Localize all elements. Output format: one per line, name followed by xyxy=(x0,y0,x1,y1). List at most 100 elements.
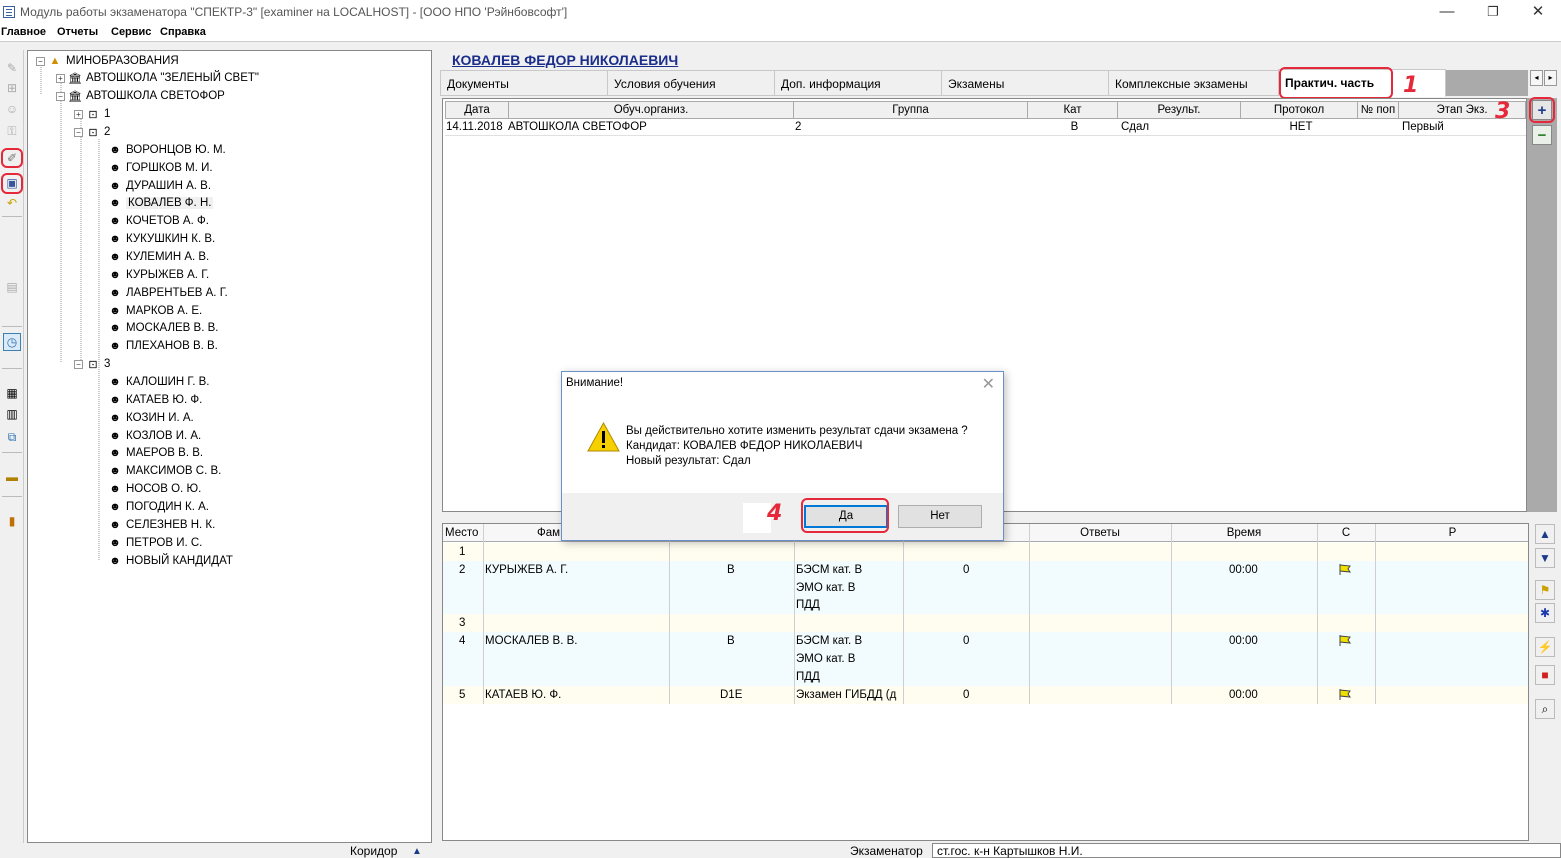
monitor-icon[interactable]: ▦ xyxy=(3,384,21,402)
tree-person[interactable]: ☻ СЕЛЕЗНЕВ Н. К. xyxy=(108,517,215,533)
book-icon[interactable]: ▥ xyxy=(3,405,21,423)
tab-training-conditions[interactable]: Условия обучения xyxy=(607,70,775,96)
tree-person[interactable]: ☻ МАРКОВ А. Е. xyxy=(108,303,202,319)
close-icon[interactable]: ✕ xyxy=(1515,1,1561,23)
col-header-organization[interactable]: Обуч.организ. xyxy=(508,101,794,119)
table-row[interactable]: ПДД xyxy=(443,668,1528,686)
tree-person[interactable]: ☻ МОСКАЛЕВ В. В. xyxy=(108,320,218,336)
pencil-icon[interactable]: ✎ xyxy=(3,59,21,77)
cell-result[interactable]: Сдал xyxy=(1121,119,1241,135)
minimize-icon[interactable]: — xyxy=(1424,1,1470,23)
tree-person[interactable]: ☻ НОВЫЙ КАНДИДАТ xyxy=(108,553,233,569)
table-row[interactable]: ПДД xyxy=(443,596,1528,614)
col-header-attempt[interactable]: № поп xyxy=(1357,101,1399,119)
key-icon[interactable]: ⚿ xyxy=(3,122,21,140)
collapse-icon[interactable]: − xyxy=(74,127,83,137)
tree-person[interactable]: ☻ ДУРАШИН А. В. xyxy=(108,178,211,194)
collapse-icon[interactable]: − xyxy=(74,359,83,369)
stopwatch-icon[interactable]: ◷ xyxy=(3,333,21,351)
exit-door-icon[interactable]: ▮ xyxy=(3,512,21,530)
tree-person[interactable]: ☻ ЛАВРЕНТЬЕВ А. Г. xyxy=(108,285,228,301)
move-down-icon[interactable]: ▼ xyxy=(1535,548,1555,568)
col-header-category[interactable]: Кат xyxy=(1027,101,1118,119)
tree-school-green-light[interactable]: + 🏛 АВТОШКОЛА "ЗЕЛЕНЫЙ СВЕТ" xyxy=(56,70,259,86)
tree-icon[interactable]: ⊞ xyxy=(3,79,21,97)
tree-person[interactable]: ☻ КУРЫЖЕВ А. Г. xyxy=(108,267,209,283)
corridor-toggle-icon[interactable]: ▲ xyxy=(412,846,422,857)
undo-icon[interactable]: ↶ xyxy=(3,194,21,212)
tree-person[interactable]: ☻ ПОГОДИН К. А. xyxy=(108,499,209,515)
table-row[interactable]: ЭМО кат. В xyxy=(443,650,1528,668)
tree-person[interactable]: ☻ КОЗИН И. А. xyxy=(108,410,194,426)
tab-documents[interactable]: Документы xyxy=(440,70,608,96)
col-header-group[interactable]: Группа xyxy=(793,101,1028,119)
flag-icon[interactable]: ⚑ xyxy=(1535,580,1555,600)
tree-person[interactable]: ☻ ГОРШКОВ М. И. xyxy=(108,160,212,176)
yellow-flag-icon[interactable] xyxy=(1339,635,1351,646)
tree-person[interactable]: ☻ КОЧЕТОВ А. Ф. xyxy=(108,213,209,229)
tree-person[interactable]: ☻ КОЗЛОВ И. А. xyxy=(108,428,201,444)
table-row[interactable]: 14.11.2018 АВТОШКОЛА СВЕТОФОР 2 B Сдал Н… xyxy=(445,119,1526,136)
zoom-icon[interactable]: ⌕ xyxy=(1535,699,1555,719)
lightning-icon[interactable]: ⚡ xyxy=(1535,637,1555,657)
tree-group-1[interactable]: + ⊡ 1 xyxy=(74,106,110,122)
grid-icon[interactable]: ▤ xyxy=(3,278,21,296)
tree-root[interactable]: − ▲ МИНОБРАЗОВАНИЯ xyxy=(36,53,179,69)
restore-icon[interactable]: ❐ xyxy=(1470,1,1516,23)
tab-additional-info[interactable]: Доп. информация xyxy=(774,70,942,96)
col-header-c[interactable]: С xyxy=(1318,524,1374,542)
puzzle-icon[interactable]: ✱ xyxy=(1535,603,1555,623)
tree-person-selected[interactable]: ☻ КОВАЛЕВ Ф. Н. xyxy=(108,195,214,211)
tree-school-svetofor[interactable]: − 🏛 АВТОШКОЛА СВЕТОФОР xyxy=(56,88,225,104)
collapse-icon[interactable]: − xyxy=(56,91,65,101)
user-icon[interactable]: ☺ xyxy=(3,100,21,118)
col-header-answers[interactable]: Ответы xyxy=(1030,524,1170,542)
yellow-flag-icon[interactable] xyxy=(1339,564,1351,575)
col-header-place[interactable]: Место xyxy=(445,524,485,542)
close-icon[interactable]: ✕ xyxy=(982,374,995,394)
tree-person[interactable]: ☻ МАЕРОВ В. В. xyxy=(108,445,203,461)
col-header-date[interactable]: Дата xyxy=(445,101,509,119)
col-header-result[interactable]: Результ. xyxy=(1117,101,1241,119)
tree-person[interactable]: ☻ ПЕТРОВ И. С. xyxy=(108,535,202,551)
col-header-p[interactable]: Р xyxy=(1375,524,1530,542)
tab-scroll-right-icon[interactable]: ▸ xyxy=(1544,70,1557,86)
tree-person[interactable]: ☻ ВОРОНЦОВ Ю. М. xyxy=(108,142,226,158)
collapse-icon[interactable]: − xyxy=(36,56,45,66)
table-row[interactable]: 2 КУРЫЖЕВ А. Г. B БЭСМ кат. В 0 00:00 xyxy=(443,561,1528,579)
examiner-field[interactable]: ст.гос. к-н Картышков Н.И. xyxy=(932,843,1561,858)
table-row[interactable]: ЭМО кат. В xyxy=(443,579,1528,597)
bus-icon[interactable]: ▬ xyxy=(3,468,21,486)
candidate-name-link[interactable]: КОВАЛЕВ ФЕДОР НИКОЛАЕВИЧ xyxy=(452,52,678,68)
no-button[interactable]: Нет xyxy=(898,505,982,528)
expand-icon[interactable]: + xyxy=(56,73,65,83)
move-up-icon[interactable]: ▲ xyxy=(1535,524,1555,544)
tree-person[interactable]: ☻ МАКСИМОВ С. В. xyxy=(108,463,221,479)
remove-row-button[interactable]: − xyxy=(1532,125,1552,145)
table-row[interactable]: 5 КАТАЕВ Ю. Ф. D1E Экзамен ГИБДД (д 0 00… xyxy=(443,686,1528,704)
tree-person[interactable]: ☻ ПЛЕХАНОВ В. В. xyxy=(108,338,218,354)
table-row[interactable]: 1 xyxy=(443,543,1528,561)
menu-service[interactable]: Сервис xyxy=(111,26,151,38)
col-header-protocol[interactable]: Протокол xyxy=(1240,101,1358,119)
tree-person[interactable]: ☻ КАЛОШИН Г. В. xyxy=(108,374,209,390)
table-row[interactable]: 4 МОСКАЛЕВ В. В. B БЭСМ кат. В 0 00:00 xyxy=(443,632,1528,650)
stop-icon[interactable]: ■ xyxy=(1535,665,1555,685)
menu-main[interactable]: Главное xyxy=(1,26,46,38)
tab-exams[interactable]: Экзамены xyxy=(941,70,1109,96)
table-row[interactable]: 3 xyxy=(443,614,1528,632)
expand-icon[interactable]: + xyxy=(74,109,83,119)
tab-scroll-left-icon[interactable]: ◂ xyxy=(1530,70,1543,86)
tree-person[interactable]: ☻ НОСОВ О. Ю. xyxy=(108,481,201,497)
tree-person[interactable]: ☻ КУКУШКИН К. В. xyxy=(108,231,215,247)
col-header-time[interactable]: Время xyxy=(1171,524,1317,542)
tree-group-2[interactable]: − ⊡ 2 xyxy=(74,124,110,140)
tree-person[interactable]: ☻ КАТАЕВ Ю. Ф. xyxy=(108,392,202,408)
windows-icon[interactable]: ⧉ xyxy=(3,428,21,446)
menu-reports[interactable]: Отчеты xyxy=(57,26,98,38)
menu-help[interactable]: Справка xyxy=(160,26,206,38)
yellow-flag-icon[interactable] xyxy=(1339,689,1351,700)
tree-group-3[interactable]: − ⊡ 3 xyxy=(74,356,110,372)
tab-complex-exams[interactable]: Комплексные экзамены xyxy=(1108,70,1279,96)
tree-person[interactable]: ☻ КУЛЕМИН А. В. xyxy=(108,249,209,265)
